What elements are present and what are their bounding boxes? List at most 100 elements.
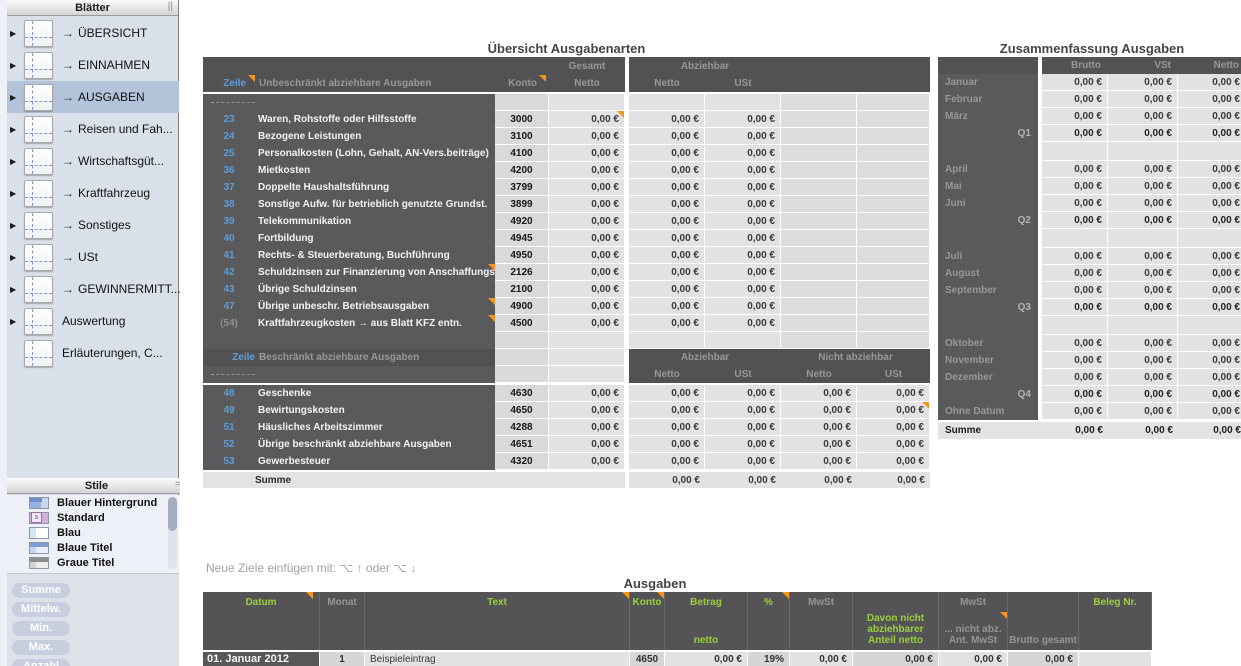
konto-column-header[interactable]: Konto xyxy=(495,75,549,92)
row-number-cell[interactable]: 41 xyxy=(203,247,255,264)
gesamt-group-header[interactable]: Gesamt xyxy=(549,57,625,75)
netto-cell[interactable] xyxy=(1178,229,1241,248)
abziehbar-netto-cell[interactable]: 0,00 € xyxy=(629,264,705,281)
netto-cell[interactable]: 0,00 € xyxy=(1178,299,1241,316)
gesamt-netto-cell[interactable]: 0,00 € xyxy=(549,315,625,332)
summary-table-title[interactable]: Zusammenfassung Ausgaben xyxy=(938,41,1241,56)
sheet-thumbnail-icon[interactable] xyxy=(24,115,53,143)
netto-cell[interactable]: 0,00 € xyxy=(1178,212,1241,229)
gesamt-netto-cell[interactable]: 0,00 € xyxy=(549,213,625,230)
netto-cell[interactable]: 0,00 € xyxy=(1178,161,1241,178)
summary-row[interactable]: März 0,00 € 0,00 € 0,00 € xyxy=(938,108,1241,125)
brutto-cell[interactable]: 0,00 € xyxy=(1042,369,1108,386)
empty-cell[interactable] xyxy=(781,179,857,196)
konto-cell[interactable]: 3100 xyxy=(495,128,549,145)
nicht-abziehbar-group-header[interactable]: Nicht abziehbar xyxy=(781,349,930,366)
empty-cell[interactable] xyxy=(857,111,930,128)
netto-cell[interactable]: 0,00 € xyxy=(1178,369,1241,386)
style-item-blaue-titel[interactable]: Blaue Titel xyxy=(7,540,179,555)
period-label-cell[interactable]: Oktober xyxy=(938,335,1038,352)
table-row[interactable]: 24 Bezogene Leistungen 3100 0,00 € 0,00 … xyxy=(203,128,930,145)
row-label-cell[interactable]: Übrige unbeschr. Betriebsausgaben xyxy=(255,298,495,315)
konto-cell[interactable]: 4630 xyxy=(495,385,549,402)
empty-cell[interactable] xyxy=(857,213,930,230)
row-label-cell[interactable]: Schuldzinsen zur Finanzierung von Anscha… xyxy=(255,264,495,281)
empty-cell[interactable] xyxy=(781,196,857,213)
brutto-gesamt-column-header[interactable]: Brutto gesamt xyxy=(1008,592,1079,650)
sidebar-sheet-item[interactable]: ▶ → AUSGABEN xyxy=(7,81,179,113)
abziehbar-ust-cell[interactable]: 0,00 € xyxy=(705,111,781,128)
summary-row[interactable]: November 0,00 € 0,00 € 0,00 € xyxy=(938,352,1241,369)
row-label-cell[interactable]: Waren, Rohstoffe oder Hilfsstoffe xyxy=(255,111,495,128)
summary-row[interactable]: Dezember 0,00 € 0,00 € 0,00 € xyxy=(938,369,1241,386)
netto-column-header[interactable]: Netto xyxy=(1178,57,1241,74)
section1-title-header[interactable]: Unbeschränkt abziehbare Ausgaben xyxy=(255,75,495,92)
konto-cell[interactable]: 4650 xyxy=(630,652,665,666)
section2-title-header[interactable]: Beschränkt abziehbare Ausgaben xyxy=(255,349,495,366)
empty-cell[interactable] xyxy=(781,213,857,230)
style-item-blauer-hintergrund[interactable]: Blauer Hintergrund xyxy=(7,495,179,510)
table-row[interactable]: 36 Mietkosten 4200 0,00 € 0,00 € 0,00 € xyxy=(203,162,930,179)
abziehbar-ust-cell[interactable]: 0,00 € xyxy=(705,436,781,453)
sidebar-sheet-item[interactable]: ▶ → Wirtschaftsgüt... xyxy=(7,145,179,177)
vst-cell[interactable]: 0,00 € xyxy=(1108,195,1178,212)
vst-cell[interactable]: 0,00 € xyxy=(1108,248,1178,265)
period-label-cell[interactable]: März xyxy=(938,108,1038,125)
row-number-cell[interactable]: 36 xyxy=(203,162,255,179)
sidebar-sheet-item[interactable]: ▶ → USt xyxy=(7,241,179,273)
period-label-cell[interactable]: Dezember xyxy=(938,369,1038,386)
gesamt-netto-cell[interactable]: 0,00 € xyxy=(549,419,625,436)
abziehbar-netto-cell[interactable]: 0,00 € xyxy=(629,162,705,179)
abziehbar-ust-cell[interactable]: 0,00 € xyxy=(705,247,781,264)
disclosure-triangle-icon[interactable]: ▶ xyxy=(10,189,21,198)
empty-row[interactable] xyxy=(203,332,930,349)
table-row[interactable]: 47 Übrige unbeschr. Betriebsausgaben 490… xyxy=(203,298,930,315)
sum-netto[interactable]: 0,00 € xyxy=(1178,422,1241,439)
table-row[interactable]: 23 Waren, Rohstoffe oder Hilfsstoffe 300… xyxy=(203,111,930,128)
abz-netto-column-header[interactable]: Netto xyxy=(629,75,705,92)
row-number-cell[interactable]: 53 xyxy=(203,453,255,470)
nicht-abz-mwst-cell[interactable]: 0,00 € xyxy=(939,652,1008,666)
vst-cell[interactable]: 0,00 € xyxy=(1108,125,1178,142)
netto-cell[interactable] xyxy=(1178,142,1241,161)
panel-resize-handle-icon[interactable]: || xyxy=(168,1,173,12)
sidebar-sheet-item[interactable]: ▶ → GEWINNERMITT... xyxy=(7,273,181,305)
overview-table-title[interactable]: Übersicht Ausgabenarten xyxy=(203,41,930,56)
brutto-cell[interactable]: 0,00 € xyxy=(1042,178,1108,195)
abziehbar-ust-cell[interactable]: 0,00 € xyxy=(705,402,781,419)
brutto-cell[interactable]: 0,00 € xyxy=(1042,212,1108,229)
vst-cell[interactable]: 0,00 € xyxy=(1108,352,1178,369)
style-item-standard[interactable]: Standard xyxy=(7,510,179,525)
header-cell[interactable] xyxy=(781,57,930,75)
konto-cell[interactable]: 4920 xyxy=(495,213,549,230)
vst-cell[interactable]: 0,00 € xyxy=(1108,265,1178,282)
nicht-abziehbar-ust-cell[interactable]: 0,00 € xyxy=(857,385,930,402)
gesamt-netto-cell[interactable]: 0,00 € xyxy=(549,145,625,162)
nicht-abziehbar-netto-cell[interactable]: 0,00 € xyxy=(781,453,857,470)
vst-cell[interactable]: 0,00 € xyxy=(1108,91,1178,108)
gesamt-netto-cell[interactable]: 0,00 € xyxy=(549,196,625,213)
summary-row[interactable]: Juni 0,00 € 0,00 € 0,00 € xyxy=(938,195,1241,212)
netto-cell[interactable]: 0,00 € xyxy=(1178,403,1241,420)
konto-cell[interactable]: 3899 xyxy=(495,196,549,213)
abziehbar-ust-cell[interactable]: 0,00 € xyxy=(705,196,781,213)
sheet-thumbnail-icon[interactable] xyxy=(24,275,53,303)
row-label-cell[interactable]: Häusliches Arbeitszimmer xyxy=(255,419,495,436)
gesamt-netto-cell[interactable]: 0,00 € xyxy=(549,111,625,128)
davon-nicht-abziehbar-column-header[interactable]: Davon nicht abziehbarer Anteil netto xyxy=(853,592,939,650)
vst-cell[interactable]: 0,00 € xyxy=(1108,386,1178,403)
summary-row[interactable]: Q3 0,00 € 0,00 € 0,00 € xyxy=(938,299,1241,316)
sum-abz-ust[interactable]: 0,00 € xyxy=(705,472,781,488)
abziehbar-netto-cell[interactable]: 0,00 € xyxy=(629,436,705,453)
nicht-abziehbar-netto-cell[interactable]: 0,00 € xyxy=(781,385,857,402)
table-row[interactable]: 41 Rechts- & Steuerberatung, Buchführung… xyxy=(203,247,930,264)
disclosure-triangle-icon[interactable]: ▶ xyxy=(10,93,21,102)
konto-cell[interactable]: 2100 xyxy=(495,281,549,298)
brutto-cell[interactable]: 0,00 € xyxy=(1042,91,1108,108)
abziehbar-ust-cell[interactable]: 0,00 € xyxy=(705,453,781,470)
table-row[interactable]: 52 Übrige beschränkt abziehbare Ausgaben… xyxy=(203,436,930,453)
mittelwert-button[interactable]: Mittelw. xyxy=(12,602,70,617)
gesamt-netto-cell[interactable]: 0,00 € xyxy=(549,179,625,196)
empty-cell[interactable] xyxy=(857,264,930,281)
nicht-abziehbar-netto-cell[interactable]: 0,00 € xyxy=(781,436,857,453)
